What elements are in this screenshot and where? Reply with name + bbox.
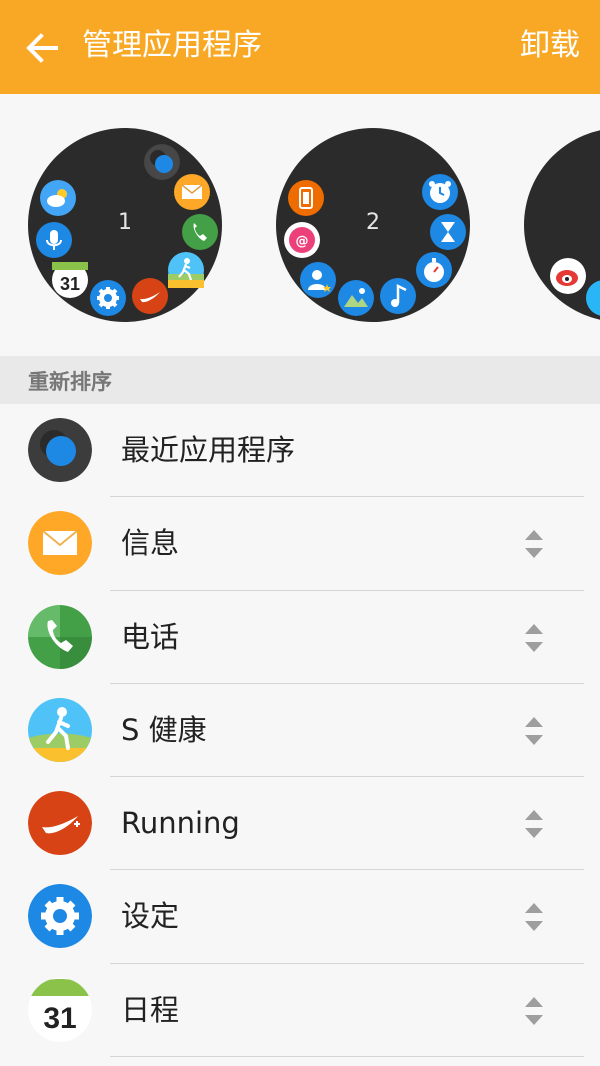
watch-page-3[interactable] [524, 128, 600, 322]
voice-icon [36, 222, 72, 258]
page-title: 管理应用程序 [82, 28, 262, 63]
list-item-label: 信息 [121, 526, 180, 561]
list-item[interactable]: 31 日程 [0, 964, 600, 1058]
svg-text:@: @ [296, 234, 309, 249]
messages-icon [174, 174, 210, 210]
email-icon: @ [284, 222, 320, 258]
s-health-icon [168, 252, 204, 288]
reorder-handle-icon[interactable] [520, 621, 548, 655]
list-item-label: 最近应用程序 [121, 433, 296, 467]
alarm-icon [422, 174, 458, 210]
running-icon [132, 278, 168, 314]
uninstall-button[interactable]: 卸载 [520, 24, 580, 68]
reorder-handle-icon[interactable] [520, 714, 548, 748]
weibo-icon [550, 258, 586, 294]
contacts-icon [300, 262, 336, 298]
list-item[interactable]: 设定 [0, 870, 600, 964]
arrow-left-icon [26, 33, 58, 63]
settings-icon [90, 280, 126, 316]
app-icon [586, 280, 600, 316]
watch-pages-carousel[interactable]: 1 31 2 @ [0, 94, 600, 356]
app-bar: 管理应用程序 卸载 [0, 0, 600, 94]
list-item-label: S 健康 [121, 712, 207, 747]
calendar-icon: 31 [52, 262, 88, 298]
timer-icon [430, 214, 466, 250]
reorder-handle-icon[interactable] [520, 900, 548, 934]
weather-icon [40, 180, 76, 216]
list-item-label: 电话 [121, 619, 180, 654]
reorder-handle-icon[interactable] [520, 994, 548, 1028]
watch-page-1[interactable]: 1 31 [28, 128, 222, 322]
app-list: 最近应用程序 信息 电话 S 健康 Running 设定 31 日程 [0, 404, 600, 1058]
section-header: 重新排序 [0, 356, 600, 404]
calendar-day: 31 [60, 274, 80, 294]
calendar-icon: 31 [28, 977, 92, 1042]
list-item[interactable]: 信息 [0, 497, 600, 591]
reorder-handle-icon[interactable] [520, 527, 548, 561]
gallery-icon [338, 280, 374, 316]
messages-icon [28, 511, 92, 576]
recent-apps-icon [28, 418, 92, 482]
phone-icon [182, 214, 218, 250]
section-title: 重新排序 [28, 370, 112, 394]
back-button[interactable] [22, 28, 62, 68]
watch-page-2[interactable]: 2 @ [276, 128, 470, 322]
stopwatch-icon [416, 252, 452, 288]
reorder-handle-icon[interactable] [520, 807, 548, 841]
list-item[interactable]: S 健康 [0, 684, 600, 778]
list-item-label: Running [121, 806, 240, 841]
list-item[interactable]: 最近应用程序 [0, 404, 600, 498]
settings-icon [28, 884, 92, 949]
music-icon [380, 278, 416, 314]
list-item[interactable]: Running [0, 777, 600, 871]
list-item[interactable]: 电话 [0, 591, 600, 684]
s-health-icon [28, 697, 92, 762]
running-icon [28, 791, 92, 856]
phone-icon [28, 604, 92, 669]
gear-manager-icon [288, 180, 324, 216]
list-item-label: 日程 [121, 992, 180, 1027]
list-item-label: 设定 [121, 899, 180, 934]
divider [110, 1056, 584, 1058]
calendar-day: 31 [43, 1002, 76, 1035]
